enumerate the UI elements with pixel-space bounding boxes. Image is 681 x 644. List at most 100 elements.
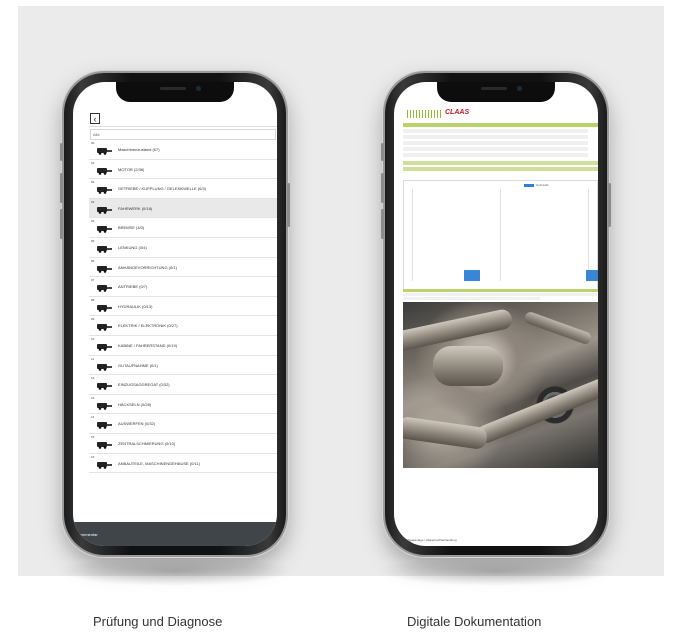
comment-label: Kommentar (77, 532, 98, 537)
section-bar (403, 161, 598, 165)
chart-bar (464, 270, 480, 281)
app-toolbar: ‹ (89, 112, 277, 127)
category-number: 02 (91, 180, 95, 185)
category-number: 05 (91, 238, 95, 243)
category-list: 00 Maschinenzustand (67) 01 MOTOR (2/36) 02 G… (89, 140, 277, 474)
category-number: 15 (91, 434, 95, 439)
phone-inspection: ‹ Alle 00 Maschinenzustand (67) 01 MOTOR (2… (60, 73, 290, 555)
category-row[interactable]: 00 Maschinenzustand (67) (89, 140, 277, 160)
category-row[interactable]: 15 ZENTRALSCHMIERUNG (0/10) (89, 434, 277, 454)
volume-down-button (60, 209, 63, 239)
engine-icon (97, 167, 112, 175)
inspection-note (403, 289, 598, 301)
category-row[interactable]: 03 FAHRWERK (0/18) (89, 198, 277, 219)
caption-documentation: Digitale Dokumentation (407, 614, 542, 629)
category-number: 10 (91, 336, 95, 341)
chart-bar (586, 270, 598, 281)
category-row[interactable]: 01 MOTOR (2/36) (89, 160, 277, 180)
intake-icon (97, 363, 112, 371)
report-document[interactable]: CLAAS Hydraulik Abgasanlage / Abgasnachb… (403, 106, 598, 546)
hydraulic-icon (97, 304, 112, 312)
section-bar (403, 123, 598, 127)
mute-button (60, 143, 63, 161)
caption-inspection: Prüfung und Diagnose (93, 614, 223, 629)
category-label: ANHÄNGEVORRICHTUNG (0/1) (118, 264, 177, 270)
category-number: 12 (91, 376, 95, 381)
category-number: 08 (91, 297, 95, 302)
category-number: 00 (91, 141, 95, 145)
category-number: 06 (91, 258, 95, 263)
inspection-screen: ‹ Alle 00 Maschinenzustand (67) 01 MOTOR (2… (73, 82, 277, 546)
category-number: 09 (91, 317, 95, 322)
report-header: CLAAS (403, 106, 598, 122)
category-row[interactable]: 11 GUTAUFNAHME (0/1) (89, 356, 277, 376)
volume-up-button (60, 173, 63, 203)
mute-button (381, 143, 384, 161)
machine-data-table (403, 128, 598, 159)
volume-down-button (381, 209, 384, 239)
category-row[interactable]: 04 BREMSE (4/0) (89, 218, 277, 238)
category-label: BREMSE (4/0) (118, 225, 145, 231)
category-number: 11 (91, 356, 95, 361)
brand-logo: CLAAS (445, 109, 470, 116)
legend-swatch (524, 184, 534, 187)
category-number: 14 (91, 415, 95, 420)
filter-field[interactable]: Alle (90, 129, 276, 140)
brake-icon (97, 226, 112, 234)
machine-icon (97, 148, 112, 155)
housing-icon (97, 461, 112, 469)
category-row[interactable]: 09 ELEKTRIK / ELEKTRONIK (0/27) (89, 316, 277, 336)
legend-label: Hydraulik (536, 183, 549, 187)
photo-caption: Abgasanlage / Abgasnachbehandlung (406, 538, 457, 542)
category-row[interactable]: 13 HÄCKSELN (0/28) (89, 395, 277, 415)
category-label: AUSWERFEN (0/32) (118, 421, 156, 427)
power-button (608, 183, 611, 227)
drive-icon (97, 285, 112, 292)
steering-icon (97, 245, 112, 253)
category-label: HYDRAULIK (0/13) (118, 303, 153, 309)
engine-photo[interactable] (403, 302, 598, 468)
chassis-icon (97, 206, 112, 214)
category-label: KABINE / FAHRERSTAND (0/19) (118, 342, 178, 348)
documentation-screen: CLAAS Hydraulik Abgasanlage / Abgasnachb… (394, 82, 598, 546)
category-label: ZENTRALSCHMIERUNG (0/10) (118, 440, 176, 446)
power-button (287, 183, 290, 227)
category-label: GUTAUFNAHME (0/1) (118, 362, 158, 368)
category-row[interactable]: 06 ANHÄNGEVORRICHTUNG (0/1) (89, 258, 277, 278)
phone-shadow (376, 556, 616, 586)
phone-notch (116, 82, 234, 102)
category-label: ANBAUTEILE, MASCHINENGEHÄUSE (0/11) (118, 460, 200, 466)
category-row[interactable]: 07 ANTRIEBE (0/7) (89, 277, 277, 297)
chopper-icon (97, 402, 112, 410)
section-bar (403, 167, 598, 171)
category-number: 16 (91, 454, 95, 459)
category-label: GETRIEBE / KUPPLUNG / GELENKWELLE (6/3) (118, 186, 207, 192)
inspection-app: ‹ Alle 00 Maschinenzustand (67) 01 MOTOR (2… (89, 112, 277, 546)
category-number: 04 (91, 219, 95, 224)
category-row[interactable]: 02 GETRIEBE / KUPPLUNG / GELENKWELLE (6/3… (89, 179, 277, 199)
spout-icon (97, 422, 112, 430)
category-number: 07 (91, 278, 95, 283)
category-number: 01 (91, 160, 95, 165)
brand-stripes (407, 110, 441, 118)
category-row[interactable]: 05 LENKUNG (3/4) (89, 238, 277, 258)
category-label: MOTOR (2/36) (118, 166, 145, 172)
phone-notch (437, 82, 555, 102)
lubrication-icon (97, 441, 112, 449)
phone-shadow (55, 556, 295, 586)
back-button[interactable]: ‹ (90, 113, 100, 124)
category-row[interactable]: 08 HYDRAULIK (0/13) (89, 297, 277, 317)
category-row[interactable]: 14 AUSWERFEN (0/32) (89, 414, 277, 434)
category-row[interactable]: 16 ANBAUTEILE, MASCHINENGEHÄUSE (0/11) (89, 454, 277, 474)
category-number: 03 (91, 199, 95, 204)
category-label: EINZUGSAGGREGAT (0/32) (118, 382, 170, 388)
cab-icon (97, 343, 112, 351)
category-row[interactable]: 10 KABINE / FAHRERSTAND (0/19) (89, 336, 277, 356)
hitch-icon (97, 265, 112, 273)
category-label: Maschinenzustand (67) (118, 147, 160, 152)
category-number: 13 (91, 395, 95, 400)
volume-up-button (381, 173, 384, 203)
category-label: ANTRIEBE (0/7) (118, 284, 148, 290)
category-row[interactable]: 12 EINZUGSAGGREGAT (0/32) (89, 375, 277, 395)
comment-bar[interactable]: Kommentar (73, 522, 277, 546)
